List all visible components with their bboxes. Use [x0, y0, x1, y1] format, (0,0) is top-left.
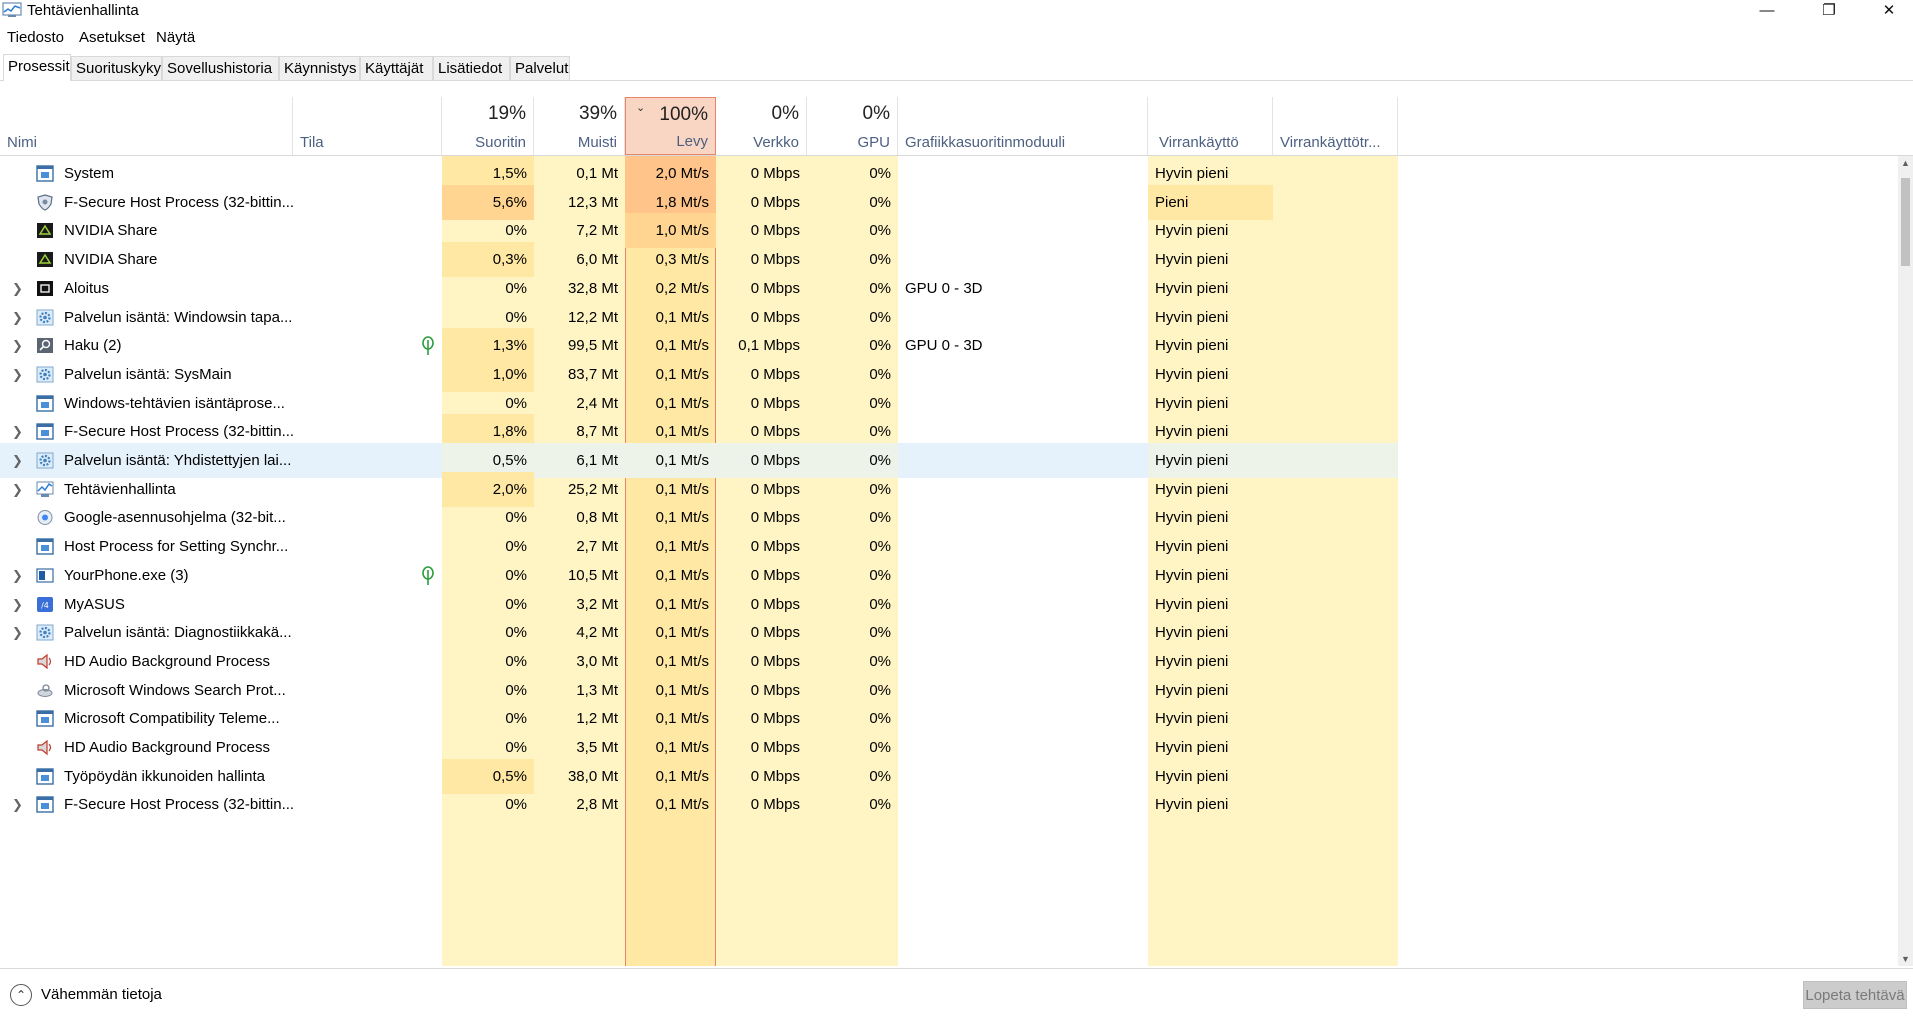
- chevron-up-circle-icon[interactable]: ⌃: [10, 984, 32, 1006]
- menu-view[interactable]: Näytä: [156, 29, 195, 46]
- cpu-value: 0%: [505, 796, 527, 814]
- nvidia-icon: [36, 251, 54, 268]
- tab-details[interactable]: Lisätiedot: [433, 56, 510, 80]
- start-icon: [36, 280, 54, 297]
- expand-chevron-icon[interactable]: ❯: [12, 787, 23, 822]
- process-list: System 1,5% 0,1 Mt 2,0 Mt/s 0 Mbps 0% Hyvin pi…: [0, 156, 1896, 966]
- col-name-header[interactable]: Nimi: [0, 97, 293, 155]
- blue-app-icon: [36, 394, 54, 412]
- col-power-header[interactable]: Virrankäyttö: [1148, 97, 1273, 155]
- cpu-total-pct: 19%: [487, 103, 526, 124]
- col-power-label: Virrankäyttö: [1159, 134, 1239, 151]
- col-power-trend-label: Virrankäyttötr...: [1280, 134, 1381, 151]
- fewer-details-link[interactable]: Vähemmän tietoja: [41, 986, 162, 1003]
- col-status-header[interactable]: Tila: [293, 97, 442, 155]
- col-name-label: Nimi: [7, 134, 37, 151]
- disk-value: 0,1 Mt/s: [655, 796, 709, 814]
- title-bar: Tehtävienhallinta — ❐ ✕: [0, 0, 1913, 22]
- blue-app-icon: [36, 767, 54, 785]
- google-update-icon: [36, 509, 54, 526]
- power-usage-value: Hyvin pieni: [1155, 796, 1229, 814]
- process-row[interactable]: ❯ F-Secure Host Process (32-bittin... 0% 2,…: [0, 787, 1398, 822]
- tab-startup[interactable]: Käynnistys: [279, 56, 360, 80]
- memory-value: 2,8 Mt: [576, 796, 618, 814]
- end-task-button[interactable]: Lopeta tehtävä: [1803, 981, 1907, 1009]
- speaker-icon: [36, 739, 54, 756]
- leaf-icon: [422, 565, 434, 585]
- menu-file[interactable]: Tiedosto: [7, 29, 64, 46]
- blue-app-icon: [36, 710, 54, 727]
- gear-icon: [36, 452, 54, 469]
- col-cpu-label: Suoritin: [475, 134, 526, 151]
- scrollbar-thumb[interactable]: [1901, 178, 1910, 266]
- col-disk-header[interactable]: ⌄ 100% Levy: [625, 97, 716, 155]
- tab-services[interactable]: Palvelut: [510, 56, 570, 80]
- tab-processes[interactable]: Prosessit: [3, 54, 71, 81]
- restore-button[interactable]: ❐: [1807, 0, 1851, 22]
- vertical-scrollbar[interactable]: ▲ ▼: [1898, 156, 1913, 966]
- tab-users[interactable]: Käyttäjät: [360, 56, 433, 80]
- window-title: Tehtävienhallinta: [27, 2, 139, 19]
- search-protocol-icon: [36, 682, 54, 699]
- menu-options[interactable]: Asetukset: [79, 29, 145, 46]
- tab-performance[interactable]: Suorituskyky: [71, 56, 162, 80]
- column-header: Nimi Tila 19% Suoritin 39% Muisti ⌄ 100%…: [0, 97, 1913, 156]
- nvidia-icon: [36, 222, 54, 239]
- col-gpu-engine-label: Grafiikkasuoritinmoduuli: [905, 134, 1066, 151]
- col-network-header[interactable]: 0% Verkko: [716, 97, 807, 155]
- scroll-down-icon[interactable]: ▼: [1898, 952, 1913, 966]
- col-memory-header[interactable]: 39% Muisti: [534, 97, 625, 155]
- memory-total-pct: 39%: [578, 103, 617, 124]
- gear-icon: [36, 309, 54, 326]
- col-gpu-label: GPU: [857, 134, 890, 151]
- tab-app-history[interactable]: Sovellushistoria: [162, 56, 279, 80]
- svg-text:/4: /4: [41, 601, 49, 610]
- col-cpu-header[interactable]: 19% Suoritin: [442, 97, 534, 155]
- minimize-button[interactable]: —: [1745, 0, 1789, 22]
- sort-descending-icon: ⌄: [636, 102, 646, 114]
- scroll-up-icon[interactable]: ▲: [1898, 156, 1913, 170]
- taskmgr-icon: [36, 481, 54, 498]
- gear-icon: [36, 624, 54, 641]
- search-icon: [36, 337, 54, 354]
- blue-app-icon: [36, 796, 54, 814]
- col-disk-label: Levy: [676, 133, 708, 150]
- blue-app-icon: [36, 165, 54, 182]
- footer-bar: ⌃ Vähemmän tietoja Lopeta tehtävä: [0, 968, 1913, 1021]
- shield-icon: [36, 194, 54, 211]
- blue-app-icon: [36, 423, 54, 440]
- gpu-total-pct: 0%: [862, 103, 890, 124]
- network-total-pct: 0%: [771, 103, 799, 124]
- speaker-icon: [36, 653, 54, 670]
- disk-total-pct: 100%: [659, 104, 708, 125]
- process-name: F-Secure Host Process (32-bittin...: [64, 796, 295, 814]
- gear-icon: [36, 366, 54, 383]
- phone-app-icon: [36, 567, 54, 584]
- myasus-icon: /4: [36, 596, 54, 613]
- close-button[interactable]: ✕: [1867, 0, 1911, 22]
- network-value: 0 Mbps: [750, 796, 800, 814]
- task-manager-app-icon: [2, 2, 22, 17]
- col-power-trend-header[interactable]: Virrankäyttötr...: [1273, 97, 1398, 155]
- gpu-engine-value: [905, 787, 1145, 822]
- col-status-label: Tila: [300, 134, 324, 151]
- blue-app-icon: [36, 538, 54, 555]
- col-memory-label: Muisti: [577, 134, 617, 151]
- col-gpu-engine-header[interactable]: Grafiikkasuoritinmoduuli: [898, 97, 1148, 155]
- gpu-value: 0%: [869, 796, 891, 814]
- tab-strip: Prosessit Suorituskyky Sovellushistoria …: [0, 54, 1913, 81]
- leaf-icon: [422, 336, 434, 356]
- col-network-label: Verkko: [753, 134, 799, 151]
- col-gpu-header[interactable]: 0% GPU: [807, 97, 898, 155]
